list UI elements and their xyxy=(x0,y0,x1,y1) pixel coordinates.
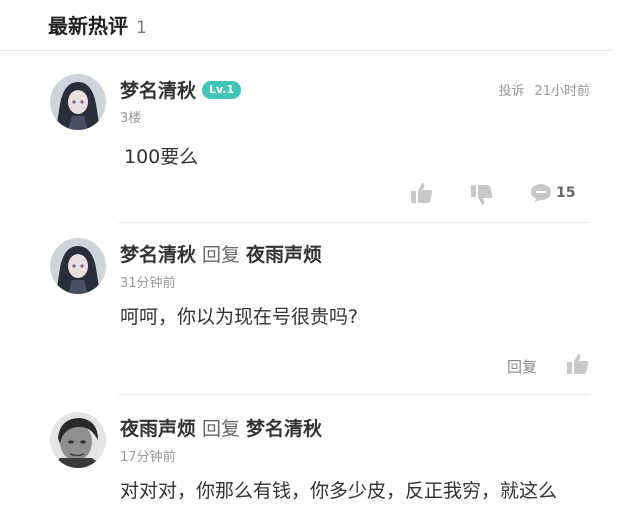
thumbs-down-icon xyxy=(471,185,493,205)
reply-content: 对对对，你那么有钱，你多少皮，反正我穷，就这么 xyxy=(120,480,558,502)
timestamp: 31分钟前 xyxy=(120,276,176,291)
reply-target[interactable]: 夜雨声烦 xyxy=(246,244,322,266)
username[interactable]: 夜雨声烦 xyxy=(120,418,196,440)
reply-author-line: 梦名清秋 回复 夜雨声烦 xyxy=(120,240,322,267)
thumbs-up-icon xyxy=(567,354,589,374)
header-divider xyxy=(0,50,612,51)
report-link[interactable]: 投诉 xyxy=(498,84,524,99)
section-header: 最新热评 1 xyxy=(48,10,147,40)
reply-author-line: 夜雨声烦 回复 梦名清秋 xyxy=(120,414,322,441)
reply-content: 呵呵，你以为现在号很贵吗? xyxy=(120,306,359,328)
comment-bubble-icon xyxy=(531,184,551,202)
floor-number: 3楼 xyxy=(120,111,142,126)
section-title: 最新热评 xyxy=(48,14,128,38)
avatar[interactable] xyxy=(50,238,106,294)
comment-button[interactable]: 15 xyxy=(530,183,575,203)
reply-word: 回复 xyxy=(202,244,241,266)
avatar[interactable] xyxy=(50,412,106,468)
divider xyxy=(118,222,590,223)
comment-meta-right: 投诉 21小时前 xyxy=(498,80,590,99)
username[interactable]: 梦名清秋 xyxy=(120,80,196,102)
dislike-button[interactable] xyxy=(470,184,494,206)
reply-target[interactable]: 梦名清秋 xyxy=(246,418,322,440)
comment-count-label: 15 xyxy=(556,185,576,201)
username[interactable]: 梦名清秋 xyxy=(120,244,196,266)
level-badge: Lv.1 xyxy=(202,80,242,99)
divider xyxy=(118,394,590,395)
comment-author[interactable]: 梦名清秋 Lv.1 xyxy=(120,76,242,103)
reply-button[interactable]: 回复 xyxy=(507,356,537,377)
like-button[interactable] xyxy=(566,353,590,375)
comment-content: 100要么 xyxy=(124,146,199,168)
timestamp: 21小时前 xyxy=(534,84,590,99)
avatar[interactable] xyxy=(50,74,106,130)
reply-word: 回复 xyxy=(202,418,241,440)
timestamp: 17分钟前 xyxy=(120,450,176,465)
like-button[interactable] xyxy=(410,182,434,204)
thumbs-up-icon xyxy=(411,183,433,203)
comment-count: 1 xyxy=(136,18,147,38)
